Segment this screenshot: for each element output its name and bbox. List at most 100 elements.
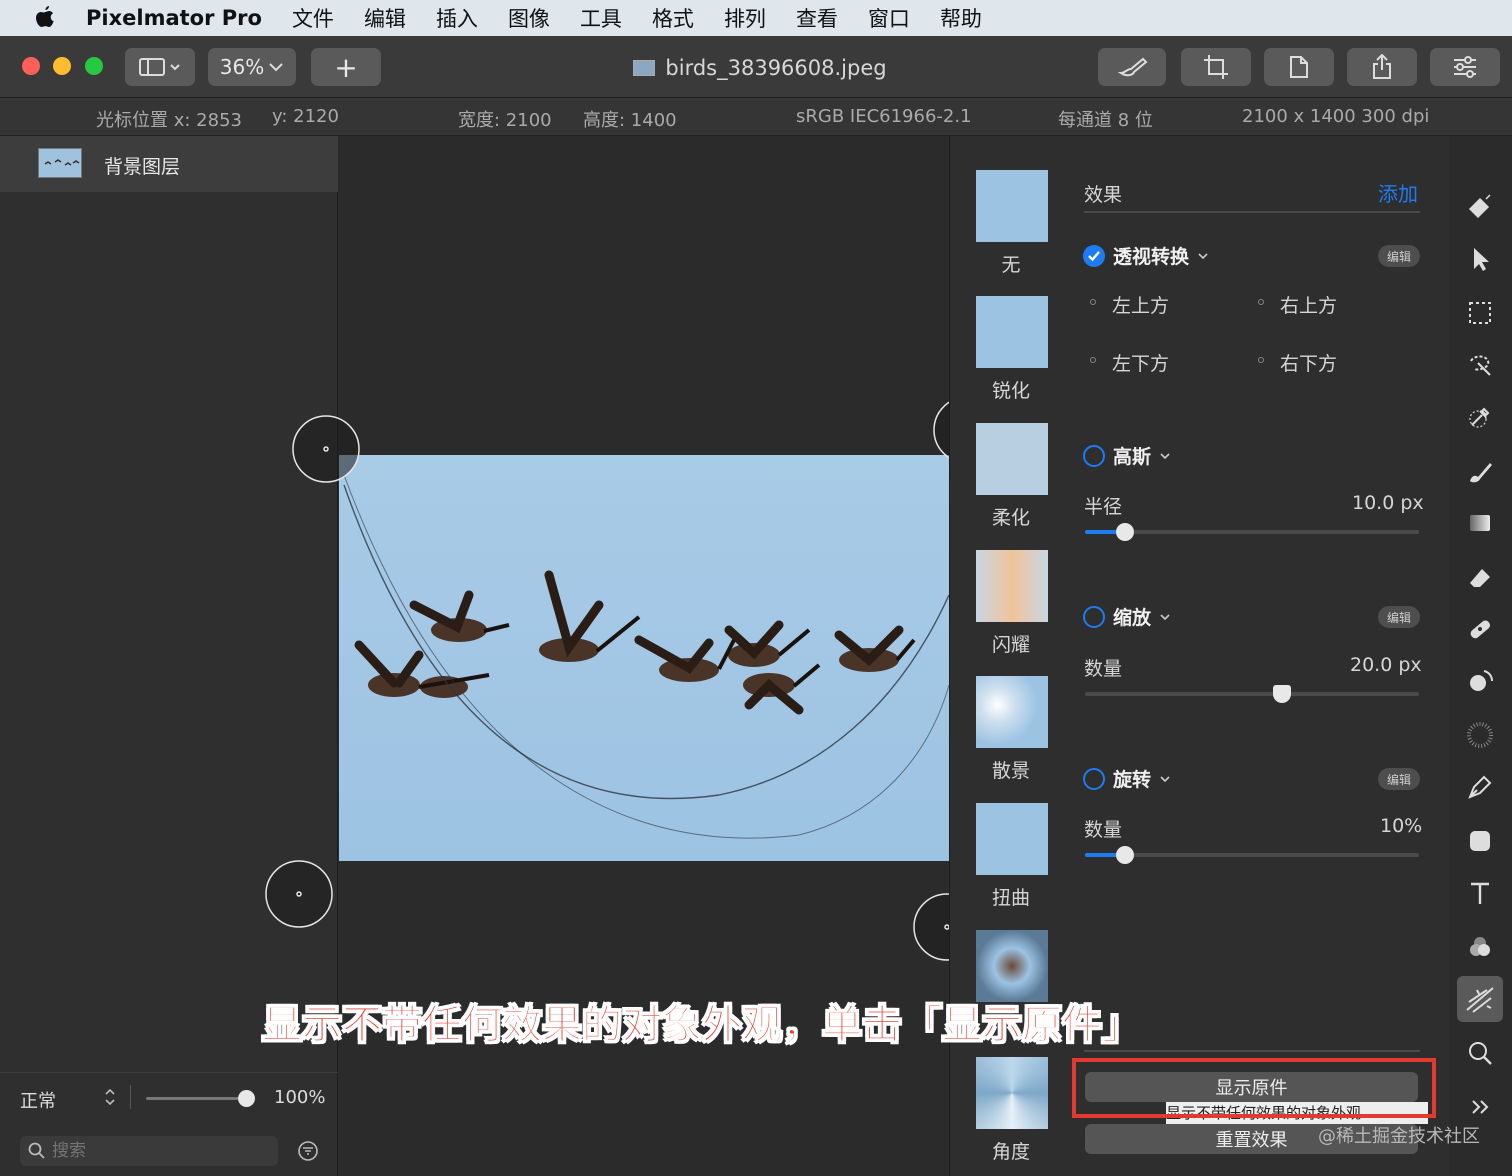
menu-file[interactable]: 文件 [292,3,334,33]
share-button[interactable] [1347,48,1417,86]
divider [1084,1050,1420,1052]
text-t-icon [1471,882,1489,904]
minimize-window-button[interactable] [53,57,71,75]
bit-depth: 每通道 8 位 [1058,110,1153,131]
slider-knob[interactable] [1116,523,1135,541]
checkmark-icon[interactable] [1083,244,1105,267]
gaussian-radius-slider[interactable] [1085,523,1419,541]
perspective-point-top-left[interactable]: 左上方 [1112,291,1169,318]
adjustments-button[interactable] [1430,48,1500,86]
effect-thumb-label: 闪耀 [991,634,1030,656]
effects-title: 效果 [1084,184,1123,206]
paint-tool-button[interactable] [1463,454,1497,488]
style-tool-button[interactable] [1463,190,1497,224]
color-select-tool-button[interactable] [1463,400,1497,434]
menu-help[interactable]: 帮助 [940,3,982,33]
effect-perspective-header[interactable]: 透视转换 [1083,242,1209,269]
perspective-point-top-right[interactable]: 右上方 [1280,291,1337,318]
watermark: @稀土掘金技术社区 [1318,1126,1480,1147]
zoom-window-button[interactable] [85,57,103,75]
effect-rotate-header[interactable]: 旋转 [1083,765,1171,792]
menu-insert[interactable]: 插入 [436,3,478,33]
shape-tool-button[interactable] [1463,824,1497,858]
canvas-image[interactable] [339,455,950,861]
slider-knob[interactable] [1273,685,1292,703]
effect-zoom-header[interactable]: 缩放 [1083,603,1171,630]
effect-thumb-none[interactable] [976,170,1048,242]
effect-thumb-angle[interactable] [976,1057,1048,1129]
add-button[interactable]: + [311,48,381,86]
sidebar-icon [139,58,180,76]
document-button[interactable] [1264,48,1334,86]
distort-tool-button[interactable] [1463,718,1497,752]
menu-app-name[interactable]: Pixelmator Pro [86,6,262,30]
quick-select-tool-button[interactable] [1463,348,1497,382]
point-dot-icon [1090,299,1096,305]
menu-edit[interactable]: 编辑 [364,3,406,33]
opacity-slider-knob[interactable] [238,1090,255,1107]
pen-tool-button[interactable] [1463,770,1497,804]
checkbox-empty-icon[interactable] [1083,605,1105,628]
menu-arrange[interactable]: 排列 [724,3,766,33]
type-tool-button[interactable] [1463,876,1497,910]
menu-format[interactable]: 格式 [652,3,694,33]
chevron-down-icon [269,63,283,72]
close-window-button[interactable] [22,57,40,75]
perspective-point-bottom-left[interactable]: 左下方 [1112,349,1169,376]
image-width: 宽度: 2100 [458,110,552,131]
layer-item[interactable]: 背景图层 [0,136,338,192]
perspective-edit-button[interactable]: 编辑 [1378,245,1420,267]
checkbox-empty-icon[interactable] [1083,767,1105,790]
arrange-tool-button[interactable] [1463,242,1497,276]
slider-knob[interactable] [1116,846,1135,864]
effect-zoom-name: 缩放 [1113,607,1152,629]
gradient-tool-button[interactable] [1463,506,1497,540]
divider [1084,211,1420,213]
menu-tools[interactable]: 工具 [580,3,622,33]
document-title: birds_38396608.jpeg [665,56,887,80]
rotate-amount-slider[interactable] [1085,846,1419,864]
effect-thumb-sharpen[interactable] [976,296,1048,368]
effect-perspective-name: 透视转换 [1113,246,1190,268]
filter-icon[interactable] [297,1140,319,1162]
effect-gaussian-header[interactable]: 高斯 [1083,442,1171,469]
rotate-edit-button[interactable]: 编辑 [1378,768,1420,790]
effect-thumb-label: 无 [1001,254,1021,276]
opacity-slider[interactable] [146,1090,255,1107]
select-tool-button[interactable] [1463,296,1497,330]
zoom-dropdown[interactable]: 36% [208,48,296,86]
more-tools-button[interactable] [1463,1090,1497,1124]
retouch-tool-button[interactable] [1463,612,1497,646]
perspective-point-bottom-right[interactable]: 右下方 [1280,349,1337,376]
menu-image[interactable]: 图像 [508,3,550,33]
search-input[interactable] [52,1139,272,1163]
clone-tool-button[interactable] [1463,664,1497,698]
menu-window[interactable]: 窗口 [868,3,910,33]
sidebar-toggle-button[interactable] [125,48,195,86]
effect-thumb-label: 锐化 [991,380,1030,402]
zoom-amount-slider[interactable] [1085,685,1419,703]
menu-view[interactable]: 查看 [796,3,838,33]
retouch-tool-button[interactable] [1098,48,1166,86]
add-effect-button[interactable]: 添加 [1378,178,1418,207]
apple-icon[interactable] [34,5,56,31]
effect-thumb-distort[interactable] [976,803,1048,875]
updown-chevron-icon[interactable] [104,1087,116,1107]
search-field[interactable] [20,1136,278,1166]
blend-mode-select[interactable]: 正常 [20,1087,56,1113]
chevron-down-icon [1160,613,1170,620]
rotate-param-label: 数量 [1084,819,1123,841]
erase-tool-button[interactable] [1463,560,1497,594]
zoom-edit-button[interactable]: 编辑 [1378,606,1420,628]
effect-thumb-bokeh[interactable] [976,676,1048,748]
gradient-icon [1470,515,1490,531]
paint-bucket-icon [1468,194,1491,219]
bandage-icon [1470,620,1491,639]
crop-button[interactable] [1181,48,1251,86]
checkbox-empty-icon[interactable] [1083,444,1105,467]
zoom-tool-button[interactable] [1463,1036,1497,1070]
effect-thumb-glow[interactable] [976,550,1048,622]
effects-tool-button[interactable] [1457,976,1503,1022]
color-adjust-tool-button[interactable] [1463,930,1497,964]
effect-thumb-soften[interactable] [976,423,1048,495]
